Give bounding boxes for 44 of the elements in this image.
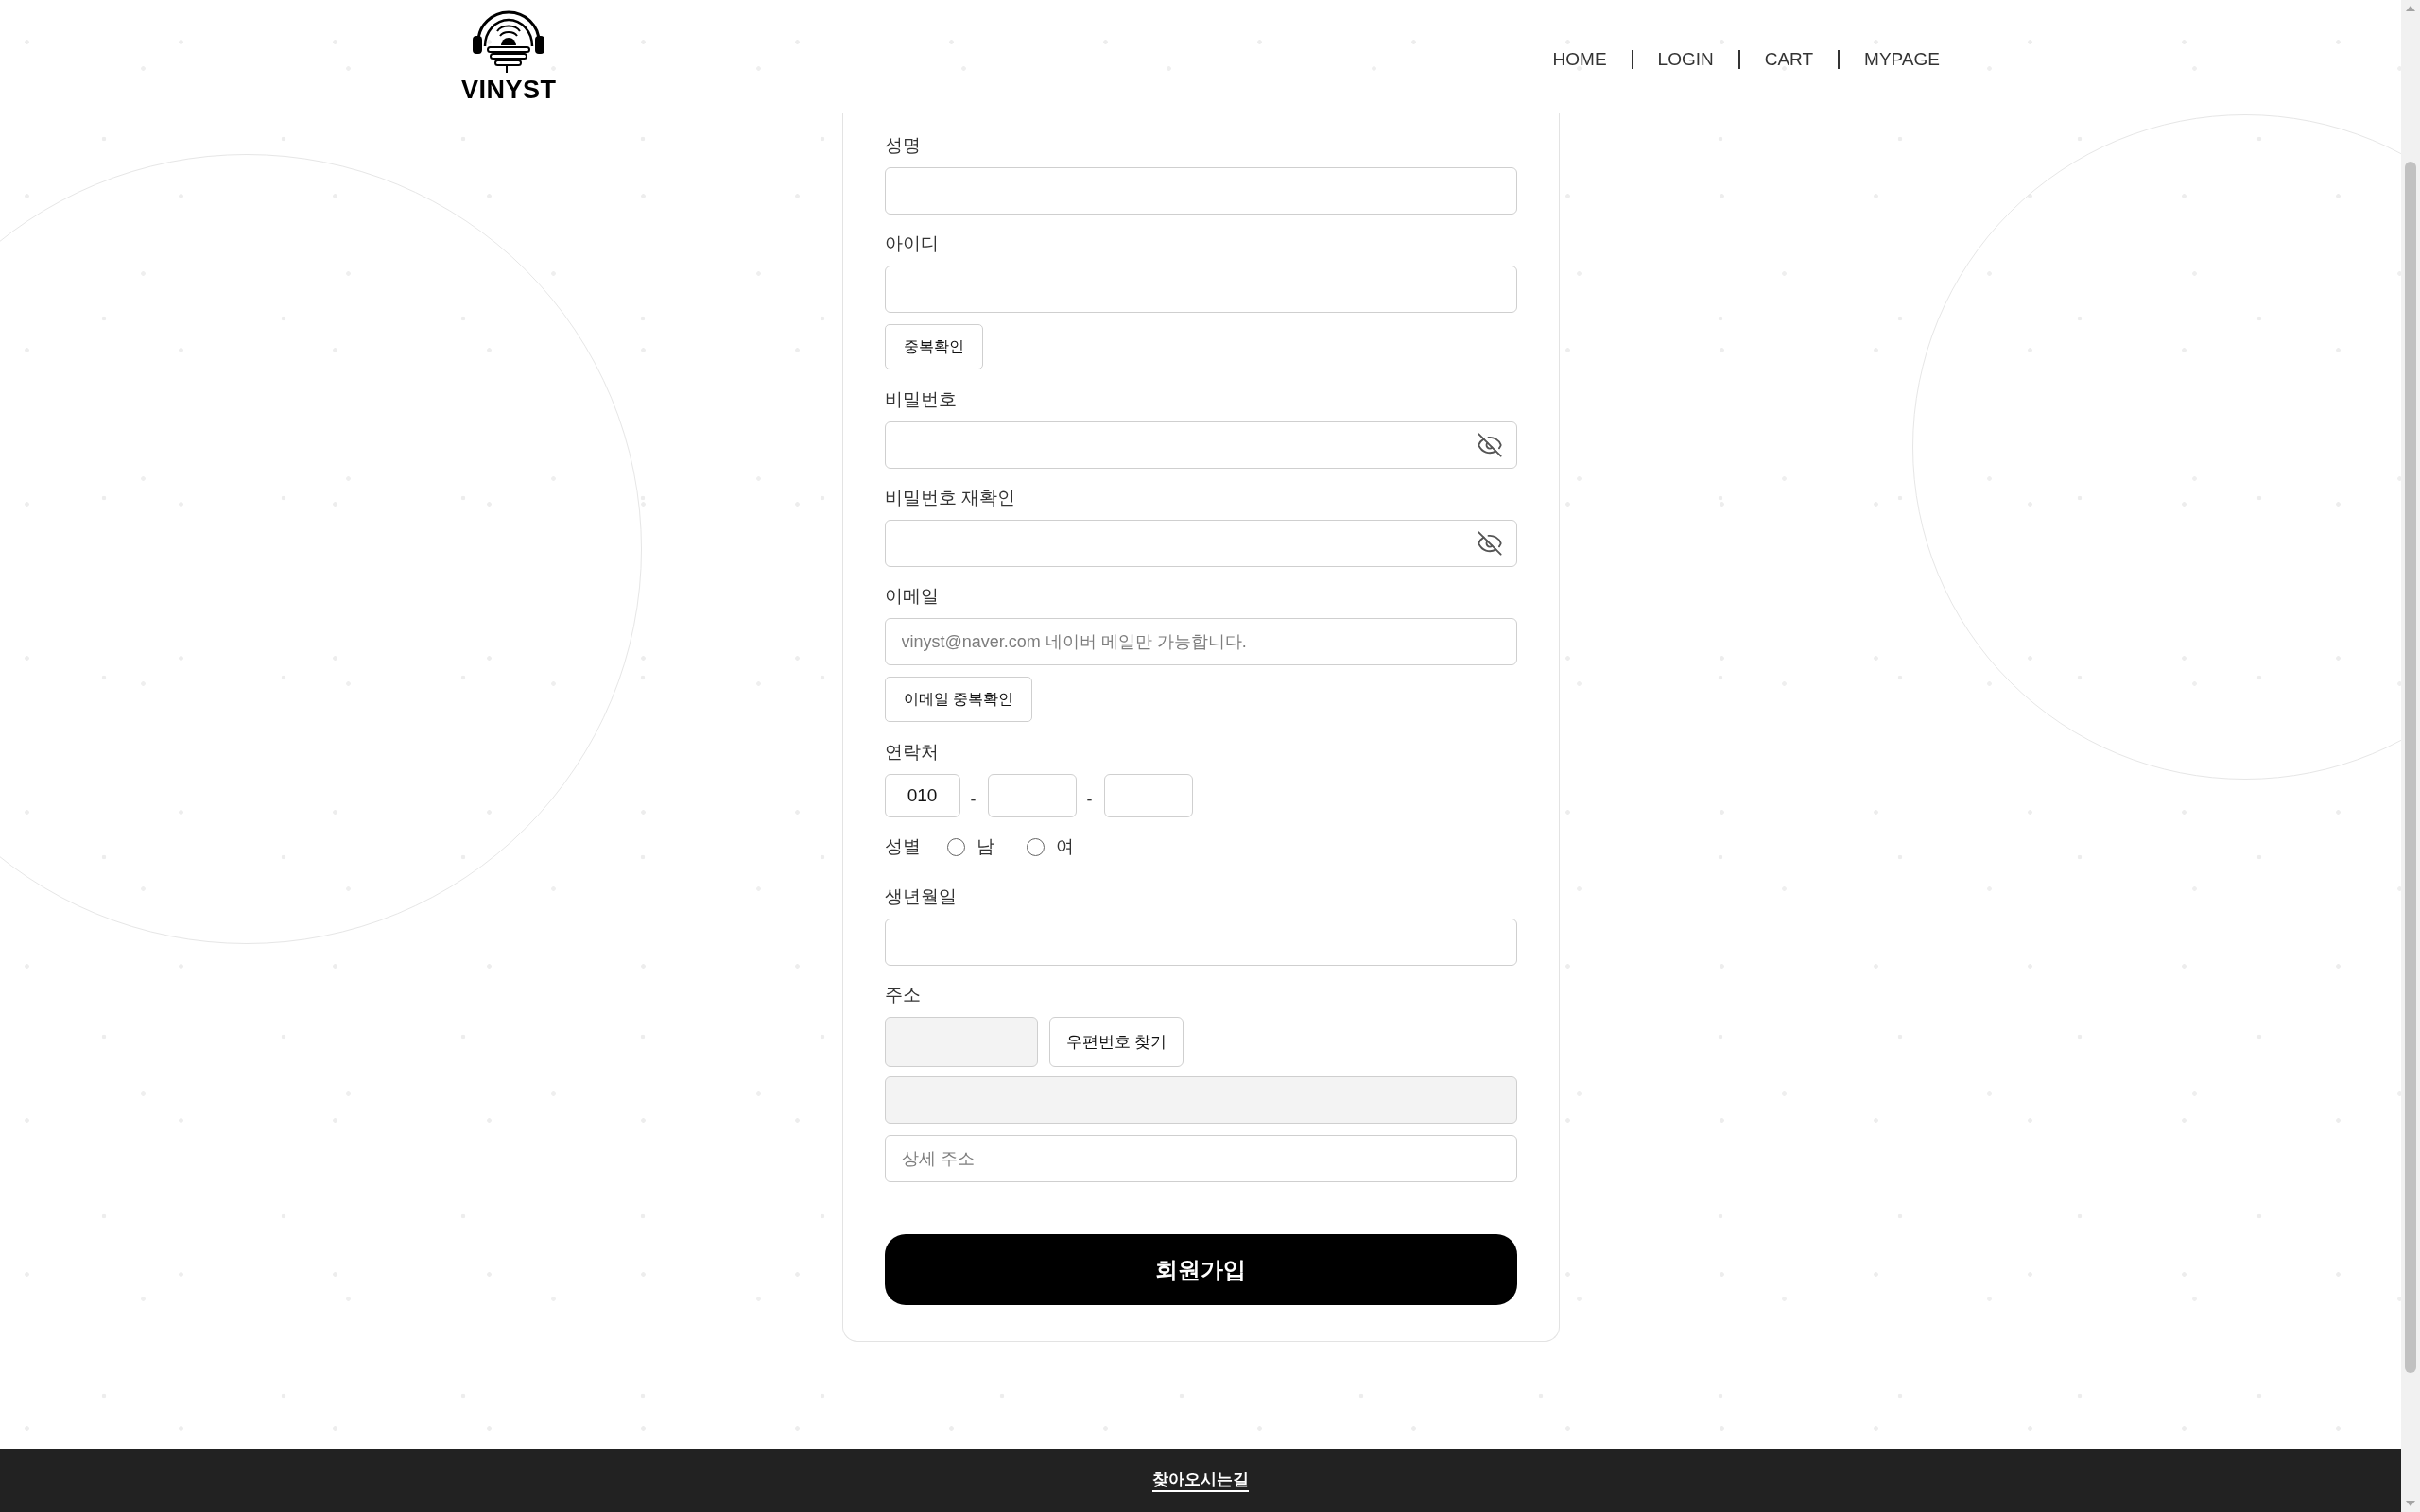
scroll-down-icon[interactable] [2406,1501,2415,1506]
nav-link[interactable]: MYPAGE [1864,47,1940,72]
field-label: 성명 [884,134,921,157]
phone-separator: - [1086,789,1093,811]
eye-off-icon[interactable] [1476,432,1503,458]
field-label: 연락처 [884,741,939,764]
postcode-field[interactable] [884,1017,1038,1067]
logo-text[interactable]: VINYST [461,77,557,103]
phone-separator: - [970,789,977,811]
input-field[interactable] [884,167,1517,215]
phone-field[interactable] [1103,774,1193,817]
signup-button[interactable]: 회원가입 [884,1234,1517,1305]
field-label: 이메일 [884,585,939,608]
input-field[interactable]: vinyst@naver.com 네이버 메일만 가능합니다. [884,618,1517,665]
address-field[interactable] [884,1076,1517,1124]
field-label: 아이디 [884,232,939,255]
radio-button[interactable] [946,837,965,856]
eye-off-icon[interactable] [1476,530,1503,557]
scroll-up-icon[interactable] [2406,6,2415,11]
field-label: 성별 [884,835,921,858]
nav-link[interactable]: HOME [1552,47,1607,72]
phone-field[interactable] [987,774,1077,817]
radio-label[interactable]: 남 [976,833,994,861]
phone-field[interactable]: 010 [884,774,960,817]
field-label: 주소 [884,984,921,1006]
password-field[interactable] [884,520,1517,567]
field-label: 비밀번호 [884,388,957,411]
headphones-logo-icon[interactable] [472,10,546,73]
radio-button[interactable] [1026,837,1045,856]
password-field[interactable] [884,421,1517,469]
directions-link[interactable]: 찾아오시는길 [1152,1469,1249,1490]
nav-link[interactable]: LOGIN [1657,47,1714,72]
check-duplicate-button[interactable]: 중복확인 [884,324,983,369]
check-duplicate-button[interactable]: 이메일 중복확인 [884,677,1032,722]
address-field[interactable]: 상세 주소 [884,1135,1517,1182]
field-label: 비밀번호 재확인 [884,487,1015,509]
scrollbar-thumb[interactable] [2405,162,2416,1373]
find-postcode-button[interactable]: 우편번호 찾기 [1048,1017,1184,1067]
radio-label[interactable]: 여 [1055,833,1074,861]
scrollbar-track[interactable] [2401,0,2420,1512]
input-field[interactable] [884,919,1517,966]
input-field[interactable] [884,266,1517,313]
nav-link[interactable]: CART [1764,47,1814,72]
field-label: 생년월일 [884,885,957,908]
